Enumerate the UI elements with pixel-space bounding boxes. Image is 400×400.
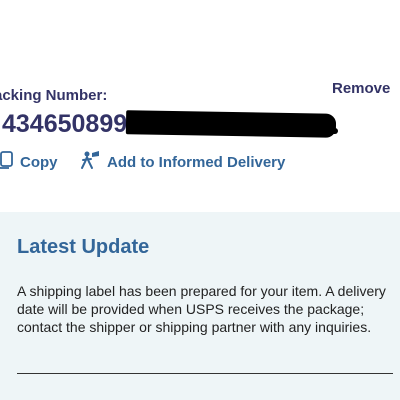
tracking-header: acking Number: Remove 434650899 Copy Add…: [0, 0, 400, 212]
add-to-informed-delivery-button[interactable]: Add to Informed Delivery: [79, 150, 285, 174]
informed-delivery-label: Add to Informed Delivery: [107, 153, 286, 171]
copy-label: Copy: [20, 153, 58, 171]
copy-button[interactable]: Copy: [0, 150, 58, 174]
tracking-number: 434650899: [2, 110, 128, 138]
tracking-number-label: acking Number:: [0, 87, 108, 104]
informed-delivery-icon: [79, 150, 107, 174]
latest-update-body: A shipping label has been prepared for y…: [17, 283, 386, 335]
section-divider: [17, 373, 393, 374]
redaction-mark-tail: [300, 128, 338, 134]
remove-link[interactable]: Remove: [332, 80, 390, 97]
copy-icon: [0, 150, 20, 174]
latest-update-title: Latest Update: [17, 236, 150, 258]
